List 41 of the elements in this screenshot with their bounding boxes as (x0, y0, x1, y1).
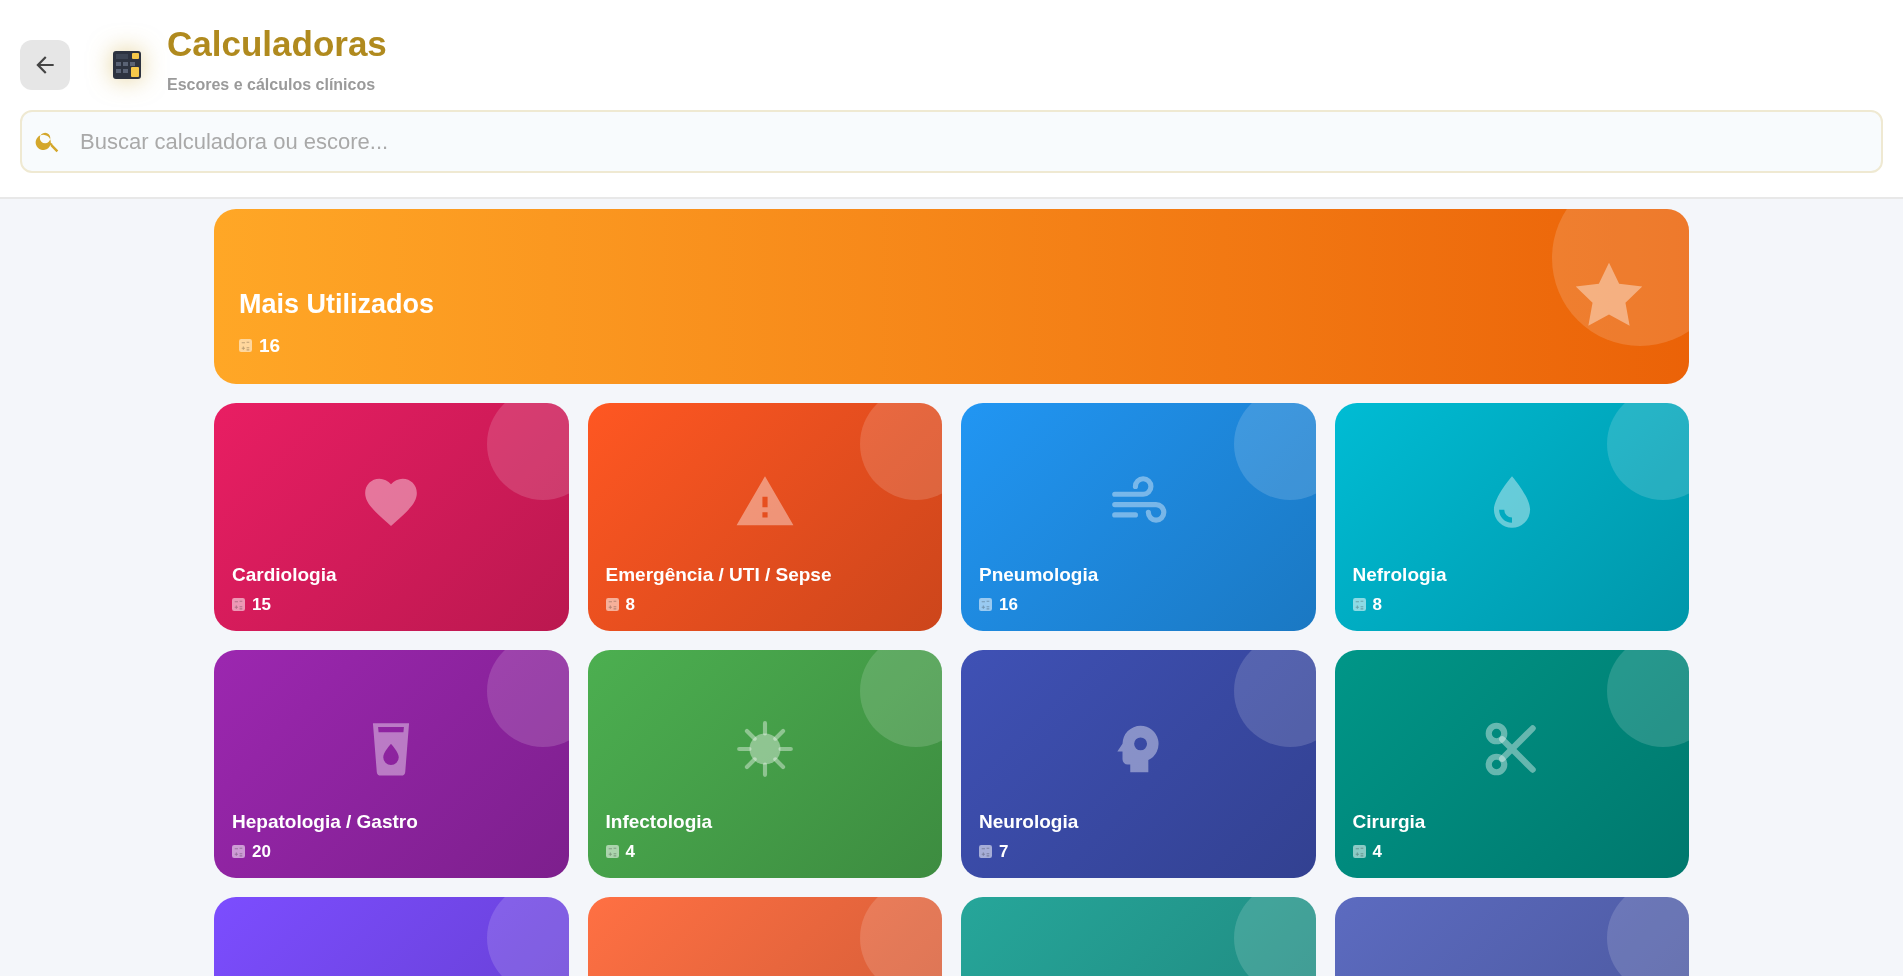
calculator-count: 4 (625, 840, 635, 863)
calculator-icon (605, 844, 619, 858)
category-card[interactable]: Cardiologia 15 (214, 403, 569, 631)
calculator-icon (605, 597, 619, 611)
category-card[interactable]: Pneumologia 16 (961, 403, 1316, 631)
category-title: Neurologia (979, 809, 1079, 834)
calculator-count: 8 (1372, 593, 1382, 616)
page-title: Calculadoras (167, 26, 387, 61)
calculator-icon (1352, 597, 1366, 611)
calculator-count: 4 (1372, 840, 1382, 863)
category-title: Cirurgia (1352, 809, 1426, 834)
category-title: Infectologia (605, 809, 713, 834)
category-title: Pneumologia (979, 562, 1099, 587)
calculator-icon (979, 597, 992, 611)
category-title: Cardiologia (232, 562, 337, 587)
calculator-count: 7 (999, 840, 1009, 863)
category-card[interactable]: Neurologia 7 (961, 650, 1316, 878)
calculator-count: 15 (252, 593, 271, 616)
calculator-count: 20 (252, 840, 271, 863)
category-card[interactable]: Infectologia 4 (587, 650, 942, 878)
category-title: Nefrologia (1352, 562, 1447, 587)
category-title: Hepatologia / Gastro (232, 809, 418, 834)
category-card[interactable]: Emergência / UTI / Sepse 8 (587, 403, 942, 631)
calculator-count: 16 (259, 333, 281, 358)
calculator-icon (232, 597, 245, 611)
calculator-count: 8 (625, 593, 635, 616)
calculator-count: 16 (999, 593, 1018, 616)
calculator-icon (239, 339, 252, 353)
category-card[interactable]: Mais Utilizados 16 (214, 209, 1689, 384)
category-title: Mais Utilizados (239, 287, 435, 321)
calculator-icon (112, 49, 142, 80)
category-card[interactable]: Cirurgia 4 (1334, 650, 1689, 878)
calculator-icon (1352, 844, 1366, 858)
calculator-icon (232, 844, 245, 858)
search-field[interactable]: Buscar calculadora ou escore... (20, 110, 1883, 173)
category-card[interactable]: Nefrologia 8 (1334, 403, 1689, 631)
back-button[interactable] (20, 39, 70, 90)
category-title: Emergência / UTI / Sepse (605, 562, 832, 587)
calculator-icon (979, 844, 992, 858)
page-subtitle: Escores e cálculos clínicos (167, 75, 377, 95)
category-card[interactable]: Hepatologia / Gastro 20 (214, 650, 569, 878)
